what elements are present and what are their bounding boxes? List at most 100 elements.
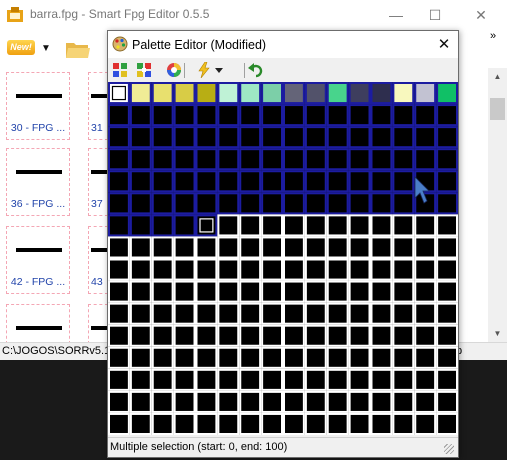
- toolbar-overflow-button[interactable]: »: [490, 30, 496, 42]
- palette-swatch[interactable]: [261, 280, 283, 303]
- palette-swatch[interactable]: [195, 236, 218, 259]
- palette-swatch[interactable]: [414, 258, 437, 281]
- palette-swatch[interactable]: [392, 214, 415, 237]
- gallery-item[interactable]: 43: [88, 226, 108, 294]
- palette-swatch[interactable]: [392, 148, 415, 171]
- palette-swatch[interactable]: [129, 324, 152, 347]
- palette-swatch[interactable]: [108, 126, 130, 149]
- palette-swatch[interactable]: [283, 302, 305, 325]
- palette-swatch[interactable]: [173, 104, 196, 127]
- palette-swatch[interactable]: [217, 390, 240, 413]
- palette-swatch[interactable]: [217, 324, 240, 347]
- palette-swatch[interactable]: [283, 368, 305, 391]
- resize-grip-icon[interactable]: [444, 444, 454, 454]
- gallery-item[interactable]: 42 - FPG ...: [6, 226, 70, 294]
- palette-swatch[interactable]: [217, 346, 240, 369]
- palette-swatch[interactable]: [217, 280, 240, 303]
- palette-swatch[interactable]: [283, 412, 305, 435]
- palette-swatch[interactable]: [173, 126, 196, 149]
- palette-swatch[interactable]: [392, 412, 415, 435]
- palette-swatch[interactable]: [414, 302, 437, 325]
- palette-swatch[interactable]: [348, 148, 371, 171]
- palette-swatch[interactable]: [195, 280, 218, 303]
- palette-swatch[interactable]: [283, 148, 305, 171]
- palette-swatch[interactable]: [261, 236, 283, 259]
- palette-swatch[interactable]: [108, 214, 130, 237]
- palette-swatch[interactable]: [129, 82, 152, 105]
- palette-swatch[interactable]: [129, 236, 152, 259]
- palette-swatch[interactable]: [108, 280, 130, 303]
- palette-swatch[interactable]: [217, 192, 240, 215]
- palette-swatch[interactable]: [108, 258, 130, 281]
- palette-swatch[interactable]: [304, 82, 327, 105]
- palette-swatch[interactable]: [261, 368, 283, 391]
- palette-swatch[interactable]: [392, 236, 415, 259]
- palette-swatch[interactable]: [217, 368, 240, 391]
- palette-swatch[interactable]: [304, 258, 327, 281]
- palette-swatch[interactable]: [217, 104, 240, 127]
- gallery-item[interactable]: 36 - FPG ...: [6, 148, 70, 216]
- palette-swatch[interactable]: [129, 170, 152, 193]
- palette-swatch[interactable]: [348, 82, 371, 105]
- palette-swatch[interactable]: [304, 412, 327, 435]
- palette-swatch[interactable]: [283, 390, 305, 413]
- gallery-item[interactable]: 37: [88, 148, 108, 216]
- palette-swatch[interactable]: [239, 170, 262, 193]
- palette-swatch[interactable]: [151, 82, 174, 105]
- palette-swatch[interactable]: [151, 280, 174, 303]
- palette-swatch[interactable]: [348, 280, 371, 303]
- palette-swatch[interactable]: [326, 324, 349, 347]
- palette-swatch[interactable]: [283, 192, 305, 215]
- gallery-item[interactable]: 30 - FPG ...: [6, 72, 70, 140]
- palette-swatch[interactable]: [414, 82, 437, 105]
- palette-swatch[interactable]: [129, 126, 152, 149]
- palette-swatch[interactable]: [217, 214, 240, 237]
- palette-swatch[interactable]: [239, 104, 262, 127]
- maximize-button[interactable]: ☐: [412, 0, 458, 30]
- palette-swatch[interactable]: [129, 148, 152, 171]
- palette-swatch[interactable]: [108, 104, 130, 127]
- palette-swatch[interactable]: [414, 236, 437, 259]
- palette-swatch[interactable]: [173, 302, 196, 325]
- palette-swatch[interactable]: [151, 170, 174, 193]
- palette-swatch[interactable]: [370, 126, 393, 149]
- palette-swatch[interactable]: [370, 412, 393, 435]
- gallery-scrollbar[interactable]: ▲ ▼: [488, 68, 507, 342]
- palette-swatch[interactable]: [348, 104, 371, 127]
- palette-swatch[interactable]: [304, 192, 327, 215]
- palette-swatch[interactable]: [392, 324, 415, 347]
- palette-swatch[interactable]: [326, 302, 349, 325]
- palette-swatch[interactable]: [261, 390, 283, 413]
- palette-swatch[interactable]: [392, 170, 415, 193]
- palette-swatch[interactable]: [195, 390, 218, 413]
- palette-swatch[interactable]: [304, 104, 327, 127]
- palette-swatch[interactable]: [239, 82, 262, 105]
- palette-swatch[interactable]: [304, 390, 327, 413]
- palette-swatch[interactable]: [326, 192, 349, 215]
- palette-swatch[interactable]: [283, 236, 305, 259]
- palette-swatch[interactable]: [304, 346, 327, 369]
- palette-swatch[interactable]: [348, 214, 371, 237]
- new-button[interactable]: New!: [7, 40, 35, 55]
- palette-swatch[interactable]: [436, 170, 458, 193]
- palette-swatch[interactable]: [108, 412, 130, 435]
- main-titlebar[interactable]: barra.fpg - Smart Fpg Editor 0.5.5 — ☐ ✕: [0, 0, 507, 30]
- palette-swatch[interactable]: [217, 82, 240, 105]
- palette-swatch[interactable]: [195, 126, 218, 149]
- palette-swatch[interactable]: [129, 280, 152, 303]
- palette-swatch[interactable]: [283, 324, 305, 347]
- palette-swatch[interactable]: [370, 82, 393, 105]
- palette-swatch[interactable]: [326, 368, 349, 391]
- palette-swatch[interactable]: [370, 280, 393, 303]
- palette-swatch[interactable]: [370, 302, 393, 325]
- palette-swatch[interactable]: [173, 192, 196, 215]
- palette-swatch[interactable]: [195, 192, 218, 215]
- palette-swatch[interactable]: [370, 148, 393, 171]
- palette-swatch[interactable]: [392, 192, 415, 215]
- new-dropdown-arrow-icon[interactable]: ▼: [41, 43, 51, 54]
- palette-editor-titlebar[interactable]: Palette Editor (Modified) ✕: [108, 31, 458, 58]
- palette-swatch[interactable]: [436, 412, 458, 435]
- palette-swatch[interactable]: [261, 214, 283, 237]
- palette-swatch[interactable]: [392, 390, 415, 413]
- palette-swatch[interactable]: [304, 280, 327, 303]
